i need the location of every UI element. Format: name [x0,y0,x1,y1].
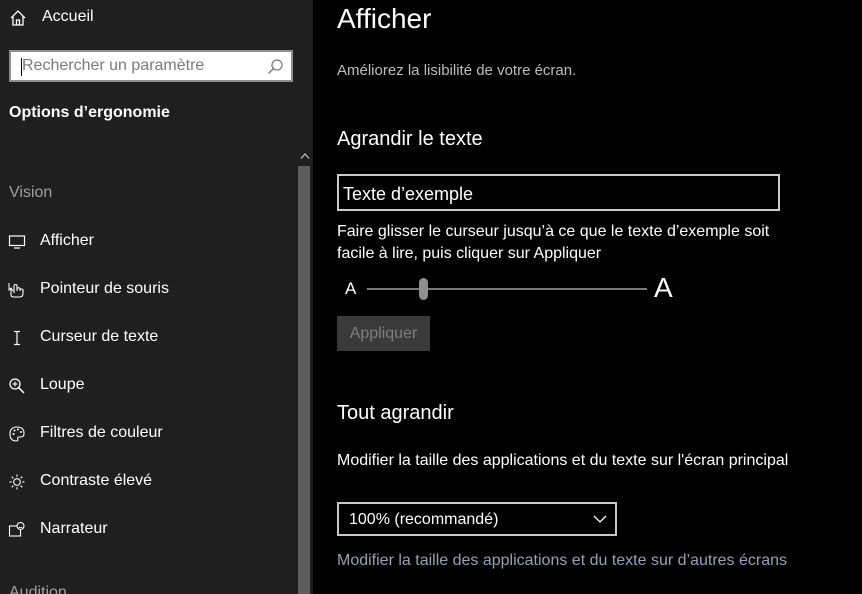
text-cursor-icon [14,330,20,346]
scale-dropdown-value: 100% (recommandé) [349,511,499,528]
sidebar-scrollbar[interactable] [297,148,313,594]
sample-text-box: Texte d’exemple [337,174,780,211]
sidebar-item-label: Contraste élevé [40,472,153,489]
sidebar-item-label: Narrateur [40,520,108,537]
scrollbar-thumb[interactable] [298,166,310,594]
palette-icon [9,426,25,442]
page-title: Afficher [337,3,432,34]
slider-max-label: A [654,272,673,303]
search-box[interactable] [9,50,293,82]
enlarge-all-description: Modifier la taille des applications et d… [337,452,789,469]
sidebar-item-contraste[interactable]: Contraste élevé [0,461,296,501]
home-icon [10,10,26,26]
sidebar-item-label: Pointeur de souris [40,280,169,297]
sidebar-item-label: Curseur de texte [40,328,159,345]
enlarge-text-heading: Agrandir le texte [337,128,483,150]
sidebar-item-curseur[interactable]: Curseur de texte [0,317,296,357]
sidebar-item-loupe[interactable]: Loupe [0,365,296,405]
sidebar-item-filtres[interactable]: Filtres de couleur [0,413,296,453]
scroll-up-arrow-icon[interactable] [300,152,310,160]
sidebar-item-label: Loupe [40,376,85,393]
slider-track[interactable] [367,288,647,290]
slider-min-label: A [345,279,357,298]
sidebar-item-afficher[interactable]: Afficher [0,221,296,261]
chevron-down-icon [593,515,607,523]
apply-button[interactable]: Appliquer [337,316,430,351]
search-input[interactable] [22,52,262,80]
sample-text: Texte d’exemple [343,184,474,204]
narrator-icon [8,521,25,537]
sidebar-item-narrateur[interactable]: Narrateur [0,509,296,549]
magnifier-icon [9,378,25,394]
sidebar: Accueil Options d’ergonomie Vision Affic… [0,0,313,594]
sidebar-item-label: Filtres de couleur [40,424,163,441]
enlarge-text-description: Faire glisser le curseur jusqu’à ce que … [337,223,770,262]
group-title-vision: Vision [9,184,53,201]
slider-thumb[interactable] [418,278,428,300]
home-nav-item[interactable]: Accueil [0,2,300,32]
sidebar-item-pointeur[interactable]: Pointeur de souris [0,269,296,309]
main-content: Afficher Améliorez la lisibilité de votr… [313,0,862,594]
enlarge-all-heading: Tout agrandir [337,402,454,424]
text-size-slider[interactable]: A A [337,272,682,304]
scale-dropdown[interactable]: 100% (recommandé) [337,502,617,536]
section-title: Options d’ergonomie [9,104,170,121]
monitor-icon [8,235,26,249]
search-icon[interactable] [267,58,284,75]
group-title-audition: Audition [9,584,67,594]
home-label: Accueil [42,8,94,25]
other-displays-link[interactable]: Modifier la taille des applications et d… [337,550,797,572]
mouse-pointer-icon [8,283,24,298]
page-subtitle: Améliorez la lisibilité de votre écran. [337,62,577,79]
brightness-icon [9,474,25,490]
sidebar-item-label: Afficher [40,232,94,249]
